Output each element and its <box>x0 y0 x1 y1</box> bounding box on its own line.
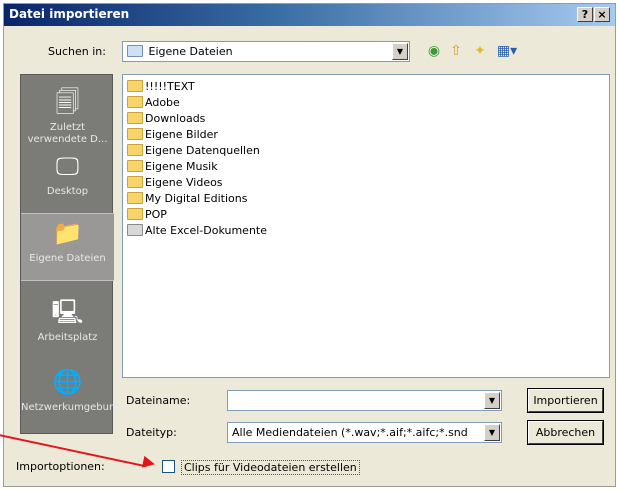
my-computer-icon: 🖳 <box>51 298 84 326</box>
help-button[interactable]: ? <box>577 7 593 22</box>
folder-icon <box>127 144 143 156</box>
window-title: Datei importieren <box>9 7 130 21</box>
place-label: Eigene Dateien <box>29 253 106 264</box>
place-label: Zuletzt verwendete D... <box>27 122 108 145</box>
file-list[interactable]: !!!!!TEXT Adobe Downloads Eigene Bilder … <box>122 74 610 378</box>
list-item[interactable]: Eigene Datenquellen <box>127 143 260 159</box>
filename-label: Dateiname: <box>126 394 191 407</box>
lookin-value: Eigene Dateien <box>148 45 233 58</box>
lookin-label: Suchen in: <box>48 45 106 58</box>
lookin-select[interactable]: Eigene Dateien ▼ <box>122 41 410 62</box>
place-label: Desktop <box>46 186 89 197</box>
recent-docs-icon: 🗐 <box>55 88 80 116</box>
title-bar[interactable]: Datei importieren ? × <box>4 4 615 26</box>
folder-icon <box>127 96 143 108</box>
chevron-down-icon[interactable]: ▼ <box>392 43 408 60</box>
list-item[interactable]: Eigene Videos <box>127 175 223 191</box>
filetype-label: Dateityp: <box>126 426 177 439</box>
desktop-icon: 🖵 <box>55 152 80 180</box>
list-item[interactable]: Eigene Musik <box>127 159 218 175</box>
place-my-computer[interactable]: 🖳 Arbeitsplatz <box>21 293 114 344</box>
filename-input[interactable]: ▼ <box>227 390 502 411</box>
filetype-select[interactable]: Alle Mediendateien (*.wav;*.aif;*.aifc;*… <box>227 422 502 443</box>
chevron-down-icon[interactable]: ▼ <box>484 392 500 409</box>
place-label: Arbeitsplatz <box>37 332 98 343</box>
close-button[interactable]: × <box>594 7 610 22</box>
place-label: Netzwerkumgebung <box>21 402 122 413</box>
place-recent[interactable]: 🗐 Zuletzt verwendete D... <box>21 83 114 146</box>
list-item[interactable]: Downloads <box>127 111 205 127</box>
list-item[interactable]: Adobe <box>127 95 180 111</box>
place-my-documents[interactable]: 📁 Eigene Dateien <box>21 213 114 281</box>
view-menu-icon[interactable]: ▦▾ <box>492 42 522 60</box>
place-desktop[interactable]: 🖵 Desktop <box>21 147 114 198</box>
my-documents-icon: 📁 <box>52 219 83 247</box>
list-item[interactable]: POP <box>127 207 167 223</box>
folder-icon <box>127 160 143 172</box>
import-dialog: Datei importieren ? × Suchen in: Eigene … <box>3 3 616 487</box>
place-network[interactable]: 🌐 Netzwerkumgebung <box>21 363 122 414</box>
create-clips-label[interactable]: Clips für Videodateien erstellen <box>181 460 360 475</box>
folder-icon <box>127 176 143 188</box>
folder-icon <box>127 224 143 236</box>
folder-icon <box>127 208 143 220</box>
places-bar: 🗐 Zuletzt verwendete D... 🖵 Desktop 📁 Ei… <box>20 74 122 434</box>
list-item[interactable]: My Digital Editions <box>127 191 247 207</box>
import-button[interactable]: Importieren <box>527 388 604 413</box>
new-folder-icon[interactable]: ✦ <box>470 42 490 60</box>
network-icon: 🌐 <box>52 368 83 396</box>
cancel-button[interactable]: Abbrechen <box>527 420 604 445</box>
annotation-arrow-head <box>141 455 157 471</box>
options-label: Importoptionen: <box>16 460 105 473</box>
up-folder-icon[interactable]: ⇧ <box>446 42 466 60</box>
folder-icon <box>127 80 143 92</box>
folder-icon <box>127 192 143 204</box>
list-item[interactable]: Alte Excel-Dokumente <box>127 223 267 239</box>
folder-icon <box>127 112 143 124</box>
list-item[interactable]: Eigene Bilder <box>127 127 218 143</box>
list-item[interactable]: !!!!!TEXT <box>127 79 195 95</box>
back-icon[interactable]: ◉ <box>424 42 444 60</box>
chevron-down-icon[interactable]: ▼ <box>484 424 500 441</box>
create-clips-checkbox[interactable] <box>162 460 175 473</box>
folder-icon <box>127 45 143 57</box>
folder-icon <box>127 128 143 140</box>
